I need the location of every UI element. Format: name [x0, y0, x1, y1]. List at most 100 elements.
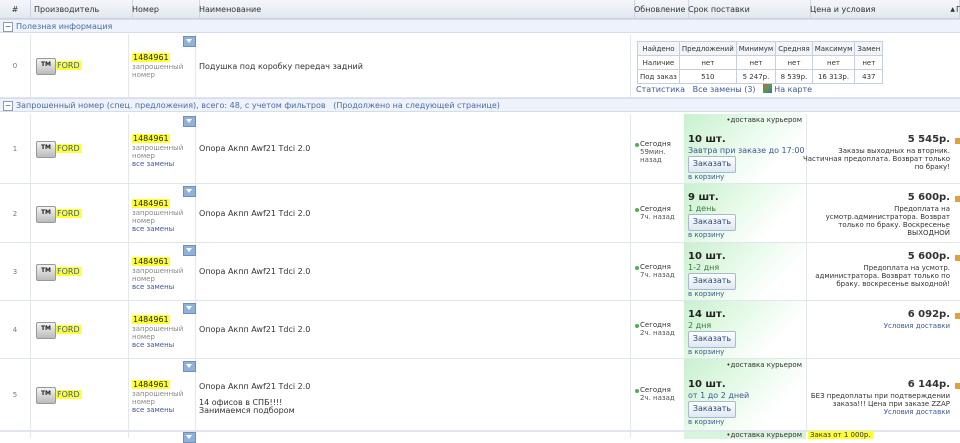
stat-header: Минимум [735, 41, 777, 56]
group-label: Запрошенный номер (спец. предложения), в… [16, 101, 326, 110]
header-num[interactable]: # [0, 0, 31, 19]
order-button[interactable]: Заказать [688, 273, 736, 290]
part-number-note: запрошенный номер все замены [132, 267, 188, 291]
all-replacements-link[interactable]: все замены [132, 225, 174, 233]
row-number: 0 [12, 62, 18, 70]
dropdown-arrow-icon[interactable] [183, 245, 196, 256]
delivery-cell: •доставка курьером 10 шт. от 1 до 2 дней За… [684, 359, 806, 430]
price: 6 144р. [907, 379, 950, 390]
stat-cell: 5 247р. [735, 69, 777, 84]
part-name: Опора Акпп Awf21 Tdci 2.0 [199, 382, 311, 391]
order-button[interactable]: Заказать [688, 401, 736, 418]
group-requested-number[interactable]: − Запрошенный номер (спец. предложения),… [0, 98, 960, 112]
table-header: # Производитель Номер Наименование Обнов… [0, 0, 960, 19]
brand-link[interactable]: FORD [56, 144, 81, 153]
stat-cell: нет [678, 55, 737, 70]
all-replacements-link[interactable]: все замены [132, 406, 174, 414]
delivery-term: 1-2 дня [688, 263, 720, 272]
stat-cell: 510 [678, 69, 737, 84]
online-dot-icon [635, 324, 639, 328]
table-row: 2 TM FORD 1484961 запрошенный номер все замен… [0, 184, 960, 243]
order-button[interactable]: Заказать [688, 331, 736, 348]
price: 6 092р. [907, 309, 950, 320]
part-name: Опора Акпп Awf21 Tdci 2.0 [199, 209, 311, 218]
all-replacements-link[interactable]: все замены [132, 160, 174, 168]
price: 5 545р. [907, 134, 950, 145]
header-update[interactable]: Обновление [630, 0, 689, 19]
header-edge: Г [956, 5, 960, 14]
header-manufacturer[interactable]: Производитель [30, 0, 133, 19]
row-edge-marker [955, 138, 960, 144]
price: 5 600р. [907, 251, 950, 262]
brand-link[interactable]: FORD [56, 325, 81, 334]
group-useful-info[interactable]: − Полезная информация [0, 19, 960, 33]
stat-cell: нет [811, 55, 856, 70]
dropdown-arrow-icon[interactable] [183, 361, 196, 372]
courier-note: •доставка курьером [726, 116, 802, 124]
row-number: 4 [12, 326, 18, 334]
header-price[interactable]: Цена и условия ▲ [806, 0, 960, 19]
part-number[interactable]: 1484961 [132, 53, 170, 62]
header-number[interactable]: Номер [128, 0, 200, 19]
stock-quantity: 14 шт. [688, 309, 726, 320]
dropdown-arrow-icon[interactable] [183, 116, 196, 127]
stat-cell: нет [854, 55, 884, 70]
part-number[interactable]: 1484961 [132, 380, 170, 389]
table-row: 4 TM FORD 1484961 запрошенный номер все замен… [0, 301, 960, 359]
row-number: 2 [12, 210, 18, 218]
delivery-cell: 10 шт. 1-2 дня Заказать в корзину [684, 243, 806, 300]
header-delivery[interactable]: Срок поставки [684, 0, 811, 19]
dropdown-arrow-icon[interactable] [183, 303, 196, 314]
add-to-cart-link[interactable]: в корзину [688, 173, 724, 181]
price-conditions[interactable]: Условия доставки [802, 322, 950, 330]
dropdown-arrow-icon[interactable] [183, 36, 196, 47]
part-number[interactable]: 1484961 [132, 134, 170, 143]
stat-header: Замен [854, 41, 884, 56]
update-day: Сегодня [640, 140, 671, 148]
brand-link[interactable]: FORD [56, 209, 81, 218]
part-number-note: запрошенный номер все замены [132, 390, 188, 414]
stat-cell: 8 539р. [775, 69, 813, 84]
brand-link[interactable]: FORD [56, 390, 81, 399]
online-dot-icon [635, 266, 639, 270]
dropdown-arrow-icon[interactable] [183, 186, 196, 197]
row-number: 3 [12, 268, 18, 276]
brand-link[interactable]: FORD [56, 61, 81, 70]
part-number[interactable]: 1484961 [132, 315, 170, 324]
table-row: 1 TM FORD 1484961 запрошенный номер все замен… [0, 114, 960, 184]
all-replacements-link[interactable]: Все замены (3) [693, 85, 756, 94]
update-time: Сегодня 2ч. назад [635, 386, 684, 402]
statistics-link[interactable]: Статистика [636, 85, 685, 94]
order-button[interactable]: Заказать [688, 214, 736, 231]
part-number[interactable]: 1484961 [132, 199, 170, 208]
seller-note-2[interactable]: Занимаемся подбором [199, 406, 295, 415]
delivery-term: 2 дня [688, 321, 712, 330]
stats-table: Найдено Предложений Минимум Средняя Макс… [637, 41, 884, 84]
requested-label: запрошенный номер [132, 144, 184, 160]
brand-logo-icon: TM [36, 141, 56, 158]
add-to-cart-link[interactable]: в корзину [688, 290, 724, 298]
all-replacements-link[interactable]: все замены [132, 341, 174, 349]
on-map-link[interactable]: На карте [774, 85, 812, 94]
part-number-note: запрошенный номер [132, 63, 184, 79]
row-edge-marker [955, 255, 960, 261]
price: 5 600р. [907, 192, 950, 203]
update-ago: 2ч. назад [640, 394, 675, 402]
update-ago: 2ч. назад [640, 329, 675, 337]
order-button[interactable]: Заказать [688, 156, 736, 173]
collapse-toggle[interactable]: − [3, 101, 13, 111]
update-day: Сегодня [640, 263, 671, 271]
stat-cell: Наличие [637, 55, 680, 70]
add-to-cart-link[interactable]: в корзину [688, 348, 724, 356]
add-to-cart-link[interactable]: в корзину [688, 231, 724, 239]
part-number[interactable]: 1484961 [132, 257, 170, 266]
part-number-note: запрошенный номер все замены [132, 209, 188, 233]
all-replacements-link[interactable]: все замены [132, 283, 174, 291]
add-to-cart-link[interactable]: в корзину [688, 418, 724, 426]
collapse-toggle[interactable]: − [3, 22, 13, 32]
delivery-terms-link[interactable]: Условия доставки [802, 408, 950, 416]
delivery-term: от 1 до 2 дней [688, 391, 750, 400]
header-name[interactable]: Наименование [195, 0, 635, 19]
brand-link[interactable]: FORD [56, 267, 81, 276]
stock-quantity: 9 шт. [688, 192, 719, 203]
